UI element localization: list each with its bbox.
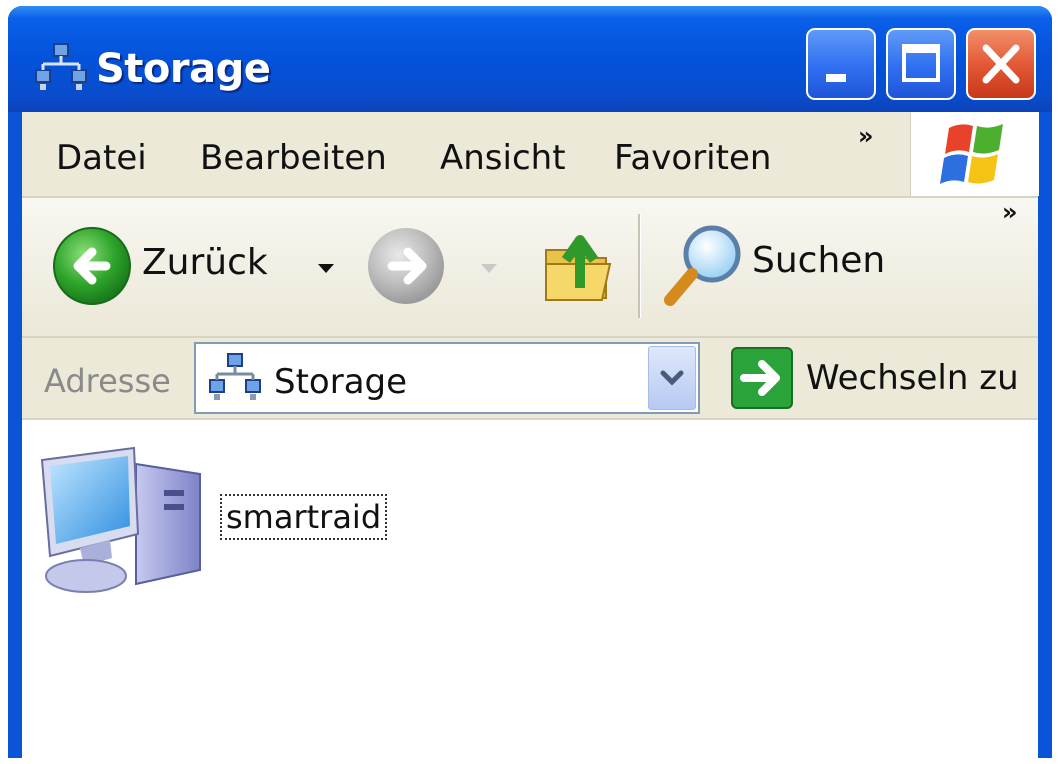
explorer-window: Storage Datei Bearbeiten Ansicht Favorit… [8,6,1052,758]
forward-arrow-icon[interactable] [364,224,448,308]
close-button[interactable] [966,28,1036,100]
maximize-button[interactable] [886,28,956,100]
search-label: Suchen [752,240,886,281]
file-view: smartraid [22,420,1038,758]
go-button[interactable]: Wechseln zu [730,344,1030,414]
network-storage-icon [209,353,261,400]
address-label: Adresse [44,362,171,400]
menu-item-datei[interactable]: Datei [56,138,147,178]
address-value: Storage [274,362,408,402]
list-item-label: smartraid [220,494,388,540]
menu-item-favoriten[interactable]: Favoriten [614,138,771,178]
go-arrow-icon [731,347,793,409]
menu-overflow-chevron[interactable]: » [858,122,874,150]
search-button[interactable]: Suchen [660,218,900,314]
standard-toolbar: Zurück Suchen » [22,198,1038,338]
address-field[interactable]: Storage [194,342,700,414]
toolbar-overflow-chevron[interactable]: » [1002,198,1018,226]
menu-item-bearbeiten[interactable]: Bearbeiten [200,138,387,178]
back-label: Zurück [142,242,268,283]
windows-logo [910,112,1039,196]
go-label: Wechseln zu [806,358,1019,398]
menu-item-ansicht[interactable]: Ansicht [440,138,566,178]
search-icon [664,225,741,306]
window-title: Storage [96,46,271,92]
back-button[interactable]: Zurück [52,224,342,308]
close-icon [982,44,1020,84]
computer-icon [40,446,201,593]
chevron-down-icon [660,370,684,386]
address-dropdown-button[interactable] [648,346,696,410]
title-bar[interactable]: Storage [8,6,1052,112]
back-dropdown-icon[interactable] [314,258,338,278]
toolbar-separator [638,214,641,318]
menu-bar: Datei Bearbeiten Ansicht Favoriten » [22,112,1039,198]
back-arrow-icon [53,227,131,305]
list-item[interactable]: smartraid [40,440,420,610]
windows-logo-icon [940,124,1003,184]
maximize-icon [902,44,940,82]
folder-up-icon[interactable] [540,218,620,308]
forward-dropdown-icon[interactable] [478,260,500,278]
minimize-icon [826,74,846,82]
client-area: Datei Bearbeiten Ansicht Favoriten » Zur… [22,112,1039,758]
minimize-button[interactable] [806,28,876,100]
address-bar: Adresse Storage Wechseln zu [22,338,1038,420]
network-storage-icon [32,40,92,96]
